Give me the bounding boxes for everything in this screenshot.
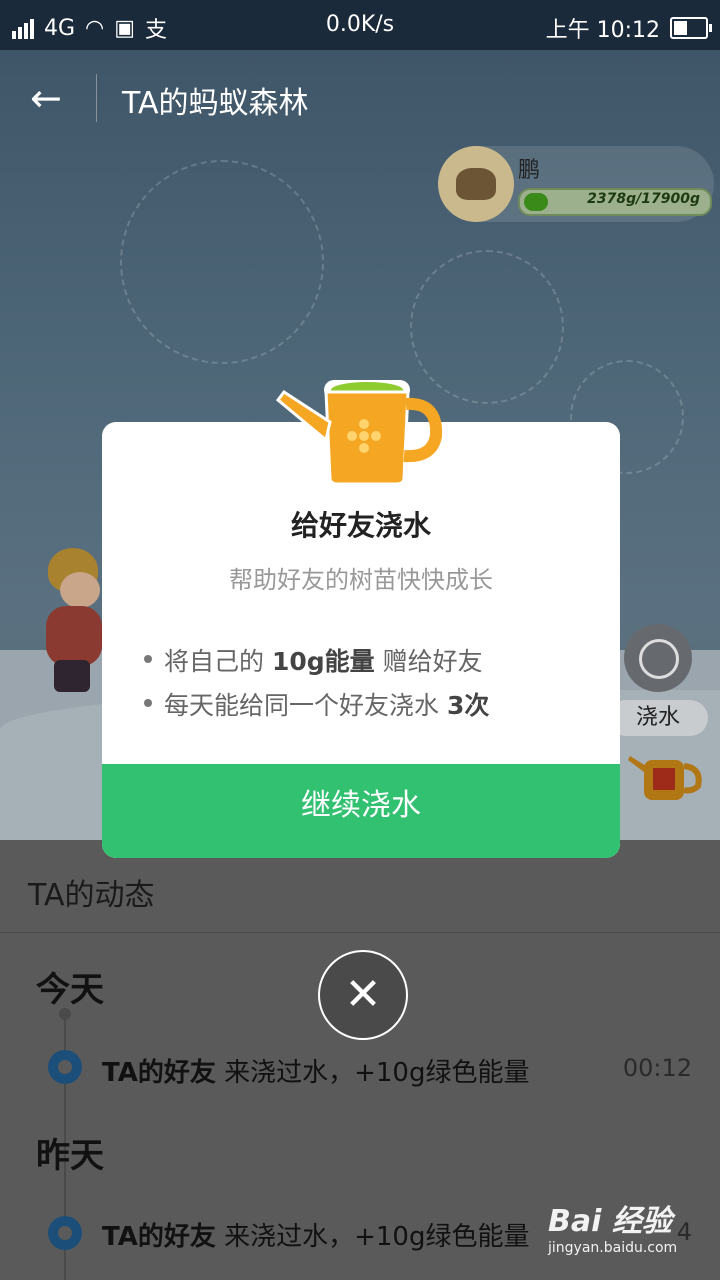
feed-heading: TA的动态 xyxy=(28,878,155,913)
dialog-subtitle: 帮助好友的树苗快快成长 xyxy=(229,566,493,594)
avatar[interactable] xyxy=(438,146,514,222)
watermark-brand: Bai 经验 xyxy=(548,1204,672,1239)
arrow-left-icon[interactable]: ← xyxy=(30,78,70,118)
status-bar: 4G ◠ ▣ 支 0.0K/s 上午 10:12 xyxy=(0,0,720,50)
page-title: TA的蚂蚁森林 xyxy=(122,86,309,121)
continue-watering-button[interactable]: 继续浇水 xyxy=(102,764,620,858)
watering-can-icon xyxy=(275,380,443,486)
water-label[interactable]: 浇水 xyxy=(608,700,708,736)
user-card[interactable]: 鹏 2378g/17900g xyxy=(438,146,714,222)
item-text: 来浇过水，+10g绿色能量 xyxy=(215,1222,530,1252)
watermark: Bai 经验 jingyan.baidu.com xyxy=(548,1196,677,1256)
status-right: 上午 10:12 xyxy=(545,12,712,44)
chat-bubble-icon xyxy=(639,639,679,679)
kid-illustration xyxy=(38,548,108,698)
day-label-yesterday: 昨天 xyxy=(36,1136,104,1176)
item-actor[interactable]: TA的好友 xyxy=(102,1222,216,1252)
energy-text: 2378g/17900g xyxy=(587,191,700,207)
kid-legs xyxy=(54,660,90,692)
dialog-bullet: 每天能给同一个好友浇水 3次 xyxy=(143,686,490,722)
item-time: 4 xyxy=(676,1218,692,1246)
timeline-dot xyxy=(59,1008,71,1020)
battery-fill xyxy=(674,21,687,35)
user-name: 鹏 xyxy=(518,158,541,183)
message-button[interactable] xyxy=(624,624,692,692)
battery-icon xyxy=(670,17,712,39)
top-bar: ← TA的蚂蚁森林 xyxy=(0,50,720,146)
list-item: TA的好友 来浇过水，+10g绿色能量 xyxy=(102,1052,529,1089)
bullet-text: 将自己的 xyxy=(164,647,272,676)
timeline-ring-icon xyxy=(48,1216,82,1250)
energy-level xyxy=(524,193,548,211)
header-divider xyxy=(96,74,97,122)
firework-decoration xyxy=(120,160,324,364)
clock: 上午 10:12 xyxy=(545,18,660,43)
bullet-highlight: 3次 xyxy=(446,691,490,720)
dialog-bullet: 将自己的 10g能量 赠给好友 xyxy=(144,642,483,678)
energy-bar: 2378g/17900g xyxy=(518,188,712,216)
close-icon: ✕ xyxy=(344,969,382,1020)
watermark-url: jingyan.baidu.com xyxy=(548,1240,678,1256)
item-time: 00:12 xyxy=(622,1054,692,1082)
day-label-today: 今天 xyxy=(36,970,104,1010)
dialog-title: 给好友浇水 xyxy=(290,509,431,542)
item-text: 来浇过水，+10g绿色能量 xyxy=(215,1058,530,1088)
bullet-text: 每天能给同一个好友浇水 xyxy=(164,691,447,720)
watering-can-icon[interactable] xyxy=(626,752,704,804)
bullet-highlight: 10g能量 xyxy=(271,647,375,676)
feed-divider xyxy=(0,932,720,933)
timeline-ring-icon xyxy=(48,1050,82,1084)
list-item: TA的好友 来浇过水，+10g绿色能量 xyxy=(102,1216,529,1253)
kid-face xyxy=(60,572,100,608)
close-button[interactable]: ✕ xyxy=(318,950,408,1040)
kid-coat xyxy=(46,606,102,666)
item-actor[interactable]: TA的好友 xyxy=(102,1058,216,1088)
bullet-text: 赠给好友 xyxy=(374,647,483,676)
